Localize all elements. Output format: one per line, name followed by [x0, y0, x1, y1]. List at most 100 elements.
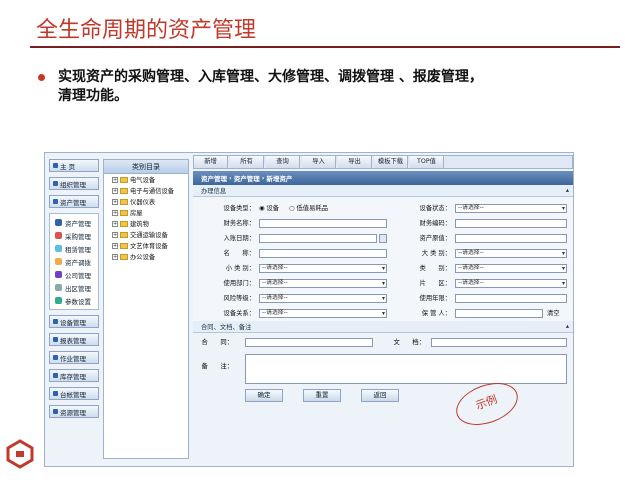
collapse-icon[interactable]: ▴ [566, 187, 569, 194]
back-button[interactable]: 返回 [361, 389, 399, 402]
toolbar-button[interactable]: 导入 [302, 156, 336, 168]
tree-item-label: 电子与通信设备 [130, 188, 175, 195]
tree-item[interactable]: + 仪器仪表 [104, 196, 188, 207]
tree-item-label: 建筑物 [130, 221, 149, 228]
folder-icon [120, 220, 128, 227]
tree-item[interactable]: + 交通运输设备 [104, 229, 188, 240]
tree-item[interactable]: + 电子与通信设备 [104, 185, 188, 196]
calendar-icon[interactable] [379, 234, 387, 243]
original-value-input[interactable] [455, 234, 567, 243]
contract-input[interactable] [245, 338, 373, 347]
tree-item[interactable]: + 建筑物 [104, 218, 188, 229]
asset-submenu: 资产管理 采购管理 租赁管理 资产调拨 公司管理 出区管理 参数设置 [49, 213, 99, 310]
area-select[interactable]: --请选择-- [455, 279, 567, 288]
form-row-subcategory: 小 类 别： --请选择-- 类 别： --请选择-- [193, 263, 573, 274]
bottom-2[interactable]: 作业管理 [49, 351, 99, 364]
form-row-finance: 财务名称： 财务编码： [193, 218, 573, 229]
toolbar-button[interactable]: 查询 [266, 156, 300, 168]
section-basic-title: 办理信息 [201, 188, 227, 195]
radio-low-value[interactable]: ○ 低值易耗品 [289, 203, 328, 214]
nav-square-icon [53, 391, 58, 396]
bottom-3[interactable]: 库存管理 [49, 369, 99, 382]
expand-icon[interactable]: + [112, 253, 118, 260]
category-select[interactable]: --请选择-- [455, 264, 567, 273]
tree-item[interactable]: + 电气设备 [104, 174, 188, 185]
document-input[interactable] [431, 338, 567, 347]
menu-item-icon [55, 258, 62, 265]
device-status-select[interactable]: --请选择-- [455, 204, 567, 213]
device-relation-select[interactable]: --请选择-- [259, 309, 387, 318]
nav-square-icon [53, 181, 58, 186]
submenu-item[interactable]: 公司管理 [50, 268, 98, 281]
form-row-relation: 设备关系： --请选择-- 保 管 人： 清空 [193, 308, 573, 319]
nav-label: 报表管理 [60, 336, 86, 345]
submenu-item[interactable]: 采购管理 [50, 229, 98, 242]
app-screenshot: 主 页组织管理 资产管理 资产管理 采购管理 租赁管理 资产调拨 公司管理 出区管理 参数设置设… [44, 152, 574, 467]
submenu-label: 资产管理 [65, 219, 91, 228]
clear-link[interactable]: 清空 [547, 308, 560, 319]
tree-item[interactable]: + 文艺体育设备 [104, 240, 188, 251]
form-row-risk: 风险等级： --请选择-- 使用年限： [193, 293, 573, 304]
main-panel: 新增 所有 查询 导入 导出 模板下载 TOP值 资产管理 › 资产管理 › 新增资产 办理信息… [193, 155, 573, 465]
label-area: 片 区： [419, 280, 451, 287]
submenu-item[interactable]: 资产管理 [50, 216, 98, 229]
expand-icon[interactable]: + [112, 209, 118, 216]
sub-category-select[interactable]: --请选择-- [259, 264, 387, 273]
name-input[interactable] [259, 249, 387, 258]
major-category-select[interactable]: --请选择-- [455, 249, 567, 258]
risk-level-select[interactable]: --请选择-- [259, 294, 387, 303]
finance-code-input[interactable] [455, 219, 567, 228]
submenu-item[interactable]: 参数设置 [50, 294, 98, 307]
submenu-item[interactable]: 出区管理 [50, 281, 98, 294]
nav-square-icon [53, 409, 58, 414]
toolbar-button[interactable]: 模板下载 [374, 156, 408, 168]
expand-icon[interactable]: + [112, 220, 118, 227]
collapse-icon[interactable]: ▴ [566, 323, 569, 330]
department-select[interactable]: --请选择-- [259, 279, 387, 288]
bottom-1[interactable]: 报表管理 [49, 333, 99, 346]
breadcrumb-2[interactable]: 资产管理 [234, 173, 260, 183]
expand-icon[interactable]: + [112, 176, 118, 183]
custodian-input[interactable] [455, 309, 543, 318]
label-original-value: 资产原值： [419, 235, 451, 242]
bottom-0[interactable]: 设备管理 [49, 315, 99, 328]
top-1[interactable]: 组织管理 [49, 177, 99, 190]
submenu-item[interactable]: 资产调拨 [50, 255, 98, 268]
tree-item-label: 仪器仪表 [130, 199, 156, 206]
reset-button[interactable]: 重置 [303, 389, 341, 402]
entry-date-input[interactable] [259, 234, 377, 243]
bottom-4[interactable]: 台帐管理 [49, 387, 99, 400]
breadcrumb-1[interactable]: 资产管理 [201, 173, 227, 183]
menu-item-icon [55, 297, 62, 304]
tree-item[interactable]: + 房屋 [104, 207, 188, 218]
top-2[interactable]: 资产管理 [49, 195, 99, 208]
nav-label: 库存管理 [60, 372, 86, 381]
finance-name-input[interactable] [259, 219, 387, 228]
expand-icon[interactable]: + [112, 198, 118, 205]
toolbar-button[interactable]: 所有 [230, 156, 264, 168]
expand-icon[interactable]: + [112, 242, 118, 249]
nav-square-icon [53, 337, 58, 342]
expand-icon[interactable]: + [112, 231, 118, 238]
tree-item[interactable]: + 办公设备 [104, 251, 188, 262]
top-0[interactable]: 主 页 [49, 159, 99, 172]
toolbar-button[interactable]: 导出 [338, 156, 372, 168]
nav-label: 组织管理 [60, 180, 86, 189]
toolbar-button[interactable]: TOP值 [410, 156, 444, 168]
submenu-item[interactable]: 租赁管理 [50, 242, 98, 255]
label-major-category: 大 类 别： [421, 250, 451, 257]
section-basic-info[interactable]: 办理信息 ▴ [193, 185, 573, 197]
radio-device[interactable]: ◉ 设备 [259, 203, 279, 214]
expand-icon[interactable]: + [112, 187, 118, 194]
folder-icon [120, 209, 128, 216]
label-department: 使用部门： [223, 280, 255, 287]
confirm-button[interactable]: 确定 [245, 389, 283, 402]
toolbar-button[interactable]: 新增 [194, 156, 228, 168]
bullet-line-1: 实现资产的采购管理、入库管理、大修管理、调拨管理 、报废管理， [58, 69, 483, 85]
service-life-input[interactable] [455, 294, 567, 303]
category-tree: 类别目录 + 电气设备 + 电子与通信设备 + 仪器仪表 + 房屋 + 建筑物 + 交通运输设备 + 文艺… [103, 159, 189, 459]
bottom-5[interactable]: 资源管理 [49, 405, 99, 418]
section-attachments[interactable]: 合同、文档、备注 ▴ [193, 321, 573, 333]
nav-label: 主 页 [60, 162, 76, 171]
note-textarea[interactable] [245, 354, 567, 384]
